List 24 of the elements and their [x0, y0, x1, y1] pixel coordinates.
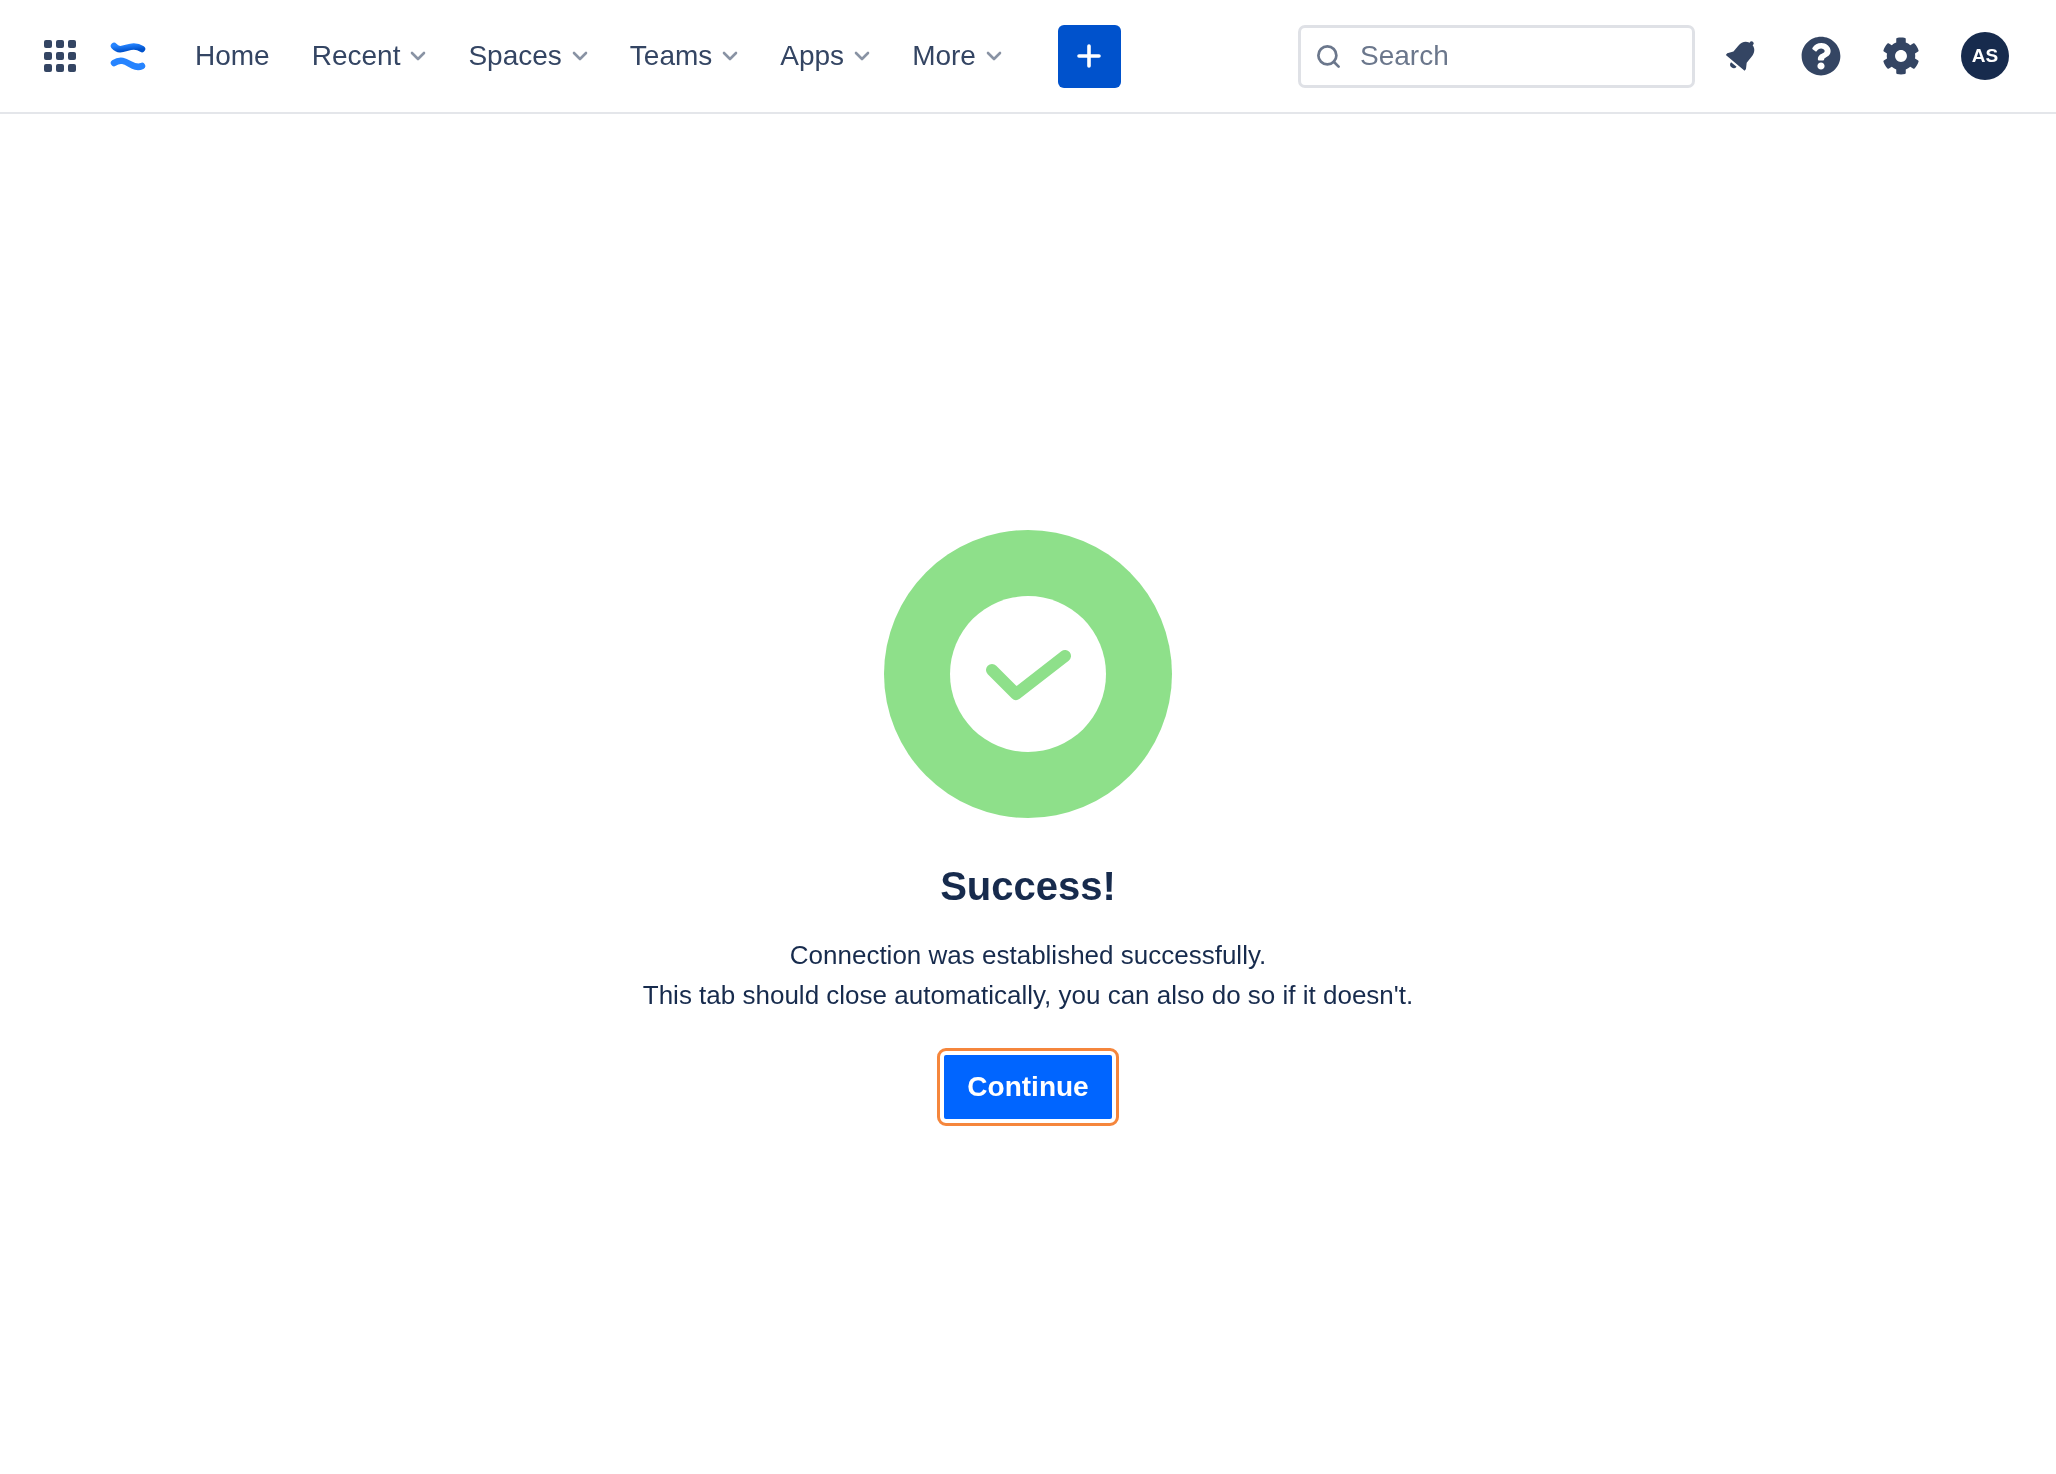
user-avatar[interactable]: AS: [1961, 32, 2009, 80]
chevron-down-icon: [571, 51, 588, 61]
nav-menu-item[interactable]: More: [912, 36, 1002, 76]
create-button[interactable]: [1057, 24, 1121, 88]
settings-icon: [1882, 37, 1920, 75]
success-check-icon: [884, 530, 1172, 818]
continue-button[interactable]: Continue: [937, 1048, 1119, 1126]
nav-menu-item[interactable]: Teams: [629, 36, 739, 76]
nav-menu-item[interactable]: Home: [195, 36, 270, 76]
search-icon: [1315, 42, 1342, 70]
nav-menu-item[interactable]: Apps: [780, 36, 871, 76]
success-title: Success!: [940, 863, 1116, 910]
chevron-down-icon: [985, 51, 1002, 61]
chevron-down-icon: [854, 51, 871, 61]
plus-icon: [1077, 44, 1102, 68]
app-grid-icon[interactable]: [44, 40, 76, 72]
help-icon: [1801, 36, 1841, 76]
nav-menu-item[interactable]: Recent: [311, 36, 427, 76]
message-text: This tab should close automatically, you can also do so if it doesn't.: [642, 979, 1414, 1012]
chevron-down-icon: [722, 51, 739, 61]
search-field[interactable]: Search: [1298, 24, 1695, 88]
nav-menu-item[interactable]: Spaces: [468, 36, 588, 76]
message-text: Connection was established successfully.: [789, 939, 1267, 972]
chevron-down-icon: [410, 51, 427, 61]
